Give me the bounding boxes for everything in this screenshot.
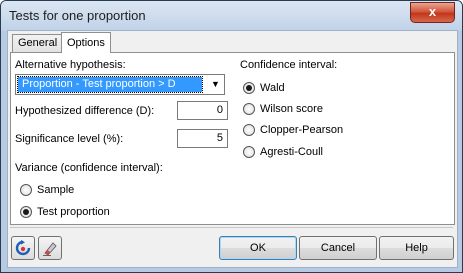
footer-separator	[10, 227, 453, 228]
tab-general[interactable]: General	[12, 34, 64, 52]
sig-level-input[interactable]: 5	[177, 129, 228, 148]
options-panel: Alternative hypothesis: Proportion - Tes…	[10, 52, 455, 225]
ci-agresti-coull-label: Agresti-Coull	[260, 146, 323, 158]
ci-option-agresti-coull[interactable]: Agresti-Coull	[243, 145, 323, 159]
reset-button[interactable]	[11, 236, 35, 260]
ci-option-clopper-pearson[interactable]: Clopper-Pearson	[243, 123, 343, 137]
variance-label: Variance (confidence interval):	[15, 162, 163, 174]
alt-hypothesis-label: Alternative hypothesis:	[15, 59, 126, 71]
window-title: Tests for one proportion	[9, 8, 146, 23]
variance-sample-label: Sample	[37, 184, 75, 196]
variance-test-proportion-label: Test proportion	[37, 206, 110, 218]
radio-clopper-pearson[interactable]	[243, 124, 255, 136]
dialog-window: Tests for one proportion x General Optio…	[0, 0, 463, 273]
reset-icon	[15, 240, 31, 256]
ci-wald-label: Wald	[260, 82, 285, 94]
alt-hypothesis-value: Proportion - Test proportion > D	[17, 76, 203, 93]
radio-sample[interactable]	[20, 184, 32, 196]
hyp-diff-label: Hypothesized difference (D):	[15, 105, 155, 117]
eraser-button[interactable]	[38, 236, 62, 260]
eraser-icon	[43, 242, 57, 256]
radio-test-proportion[interactable]	[20, 206, 32, 218]
radio-wilson[interactable]	[243, 103, 255, 115]
dialog-client-area: General Options Alternative hypothesis: …	[7, 30, 458, 268]
help-button[interactable]: Help	[379, 236, 454, 260]
ci-wilson-label: Wilson score	[260, 103, 323, 115]
ci-clopper-pearson-label: Clopper-Pearson	[260, 124, 344, 136]
ci-option-wilson[interactable]: Wilson score	[243, 102, 323, 116]
alt-hypothesis-select[interactable]: Proportion - Test proportion > D ▼	[15, 74, 225, 95]
sig-level-label: Significance level (%):	[15, 133, 124, 145]
close-button[interactable]: x	[410, 2, 455, 23]
ci-label: Confidence interval:	[240, 59, 338, 71]
radio-wald[interactable]	[243, 82, 255, 94]
title-bar[interactable]: Tests for one proportion x	[1, 1, 462, 31]
chevron-down-icon[interactable]: ▼	[208, 76, 223, 93]
radio-agresti-coull[interactable]	[243, 146, 255, 158]
tab-options[interactable]: Options	[61, 32, 111, 53]
variance-option-test-proportion[interactable]: Test proportion	[20, 205, 110, 219]
variance-option-sample[interactable]: Sample	[20, 183, 74, 197]
hyp-diff-input[interactable]: 0	[177, 101, 228, 120]
cancel-button[interactable]: Cancel	[299, 236, 377, 260]
ci-option-wald[interactable]: Wald	[243, 81, 285, 95]
ok-button[interactable]: OK	[219, 236, 297, 260]
